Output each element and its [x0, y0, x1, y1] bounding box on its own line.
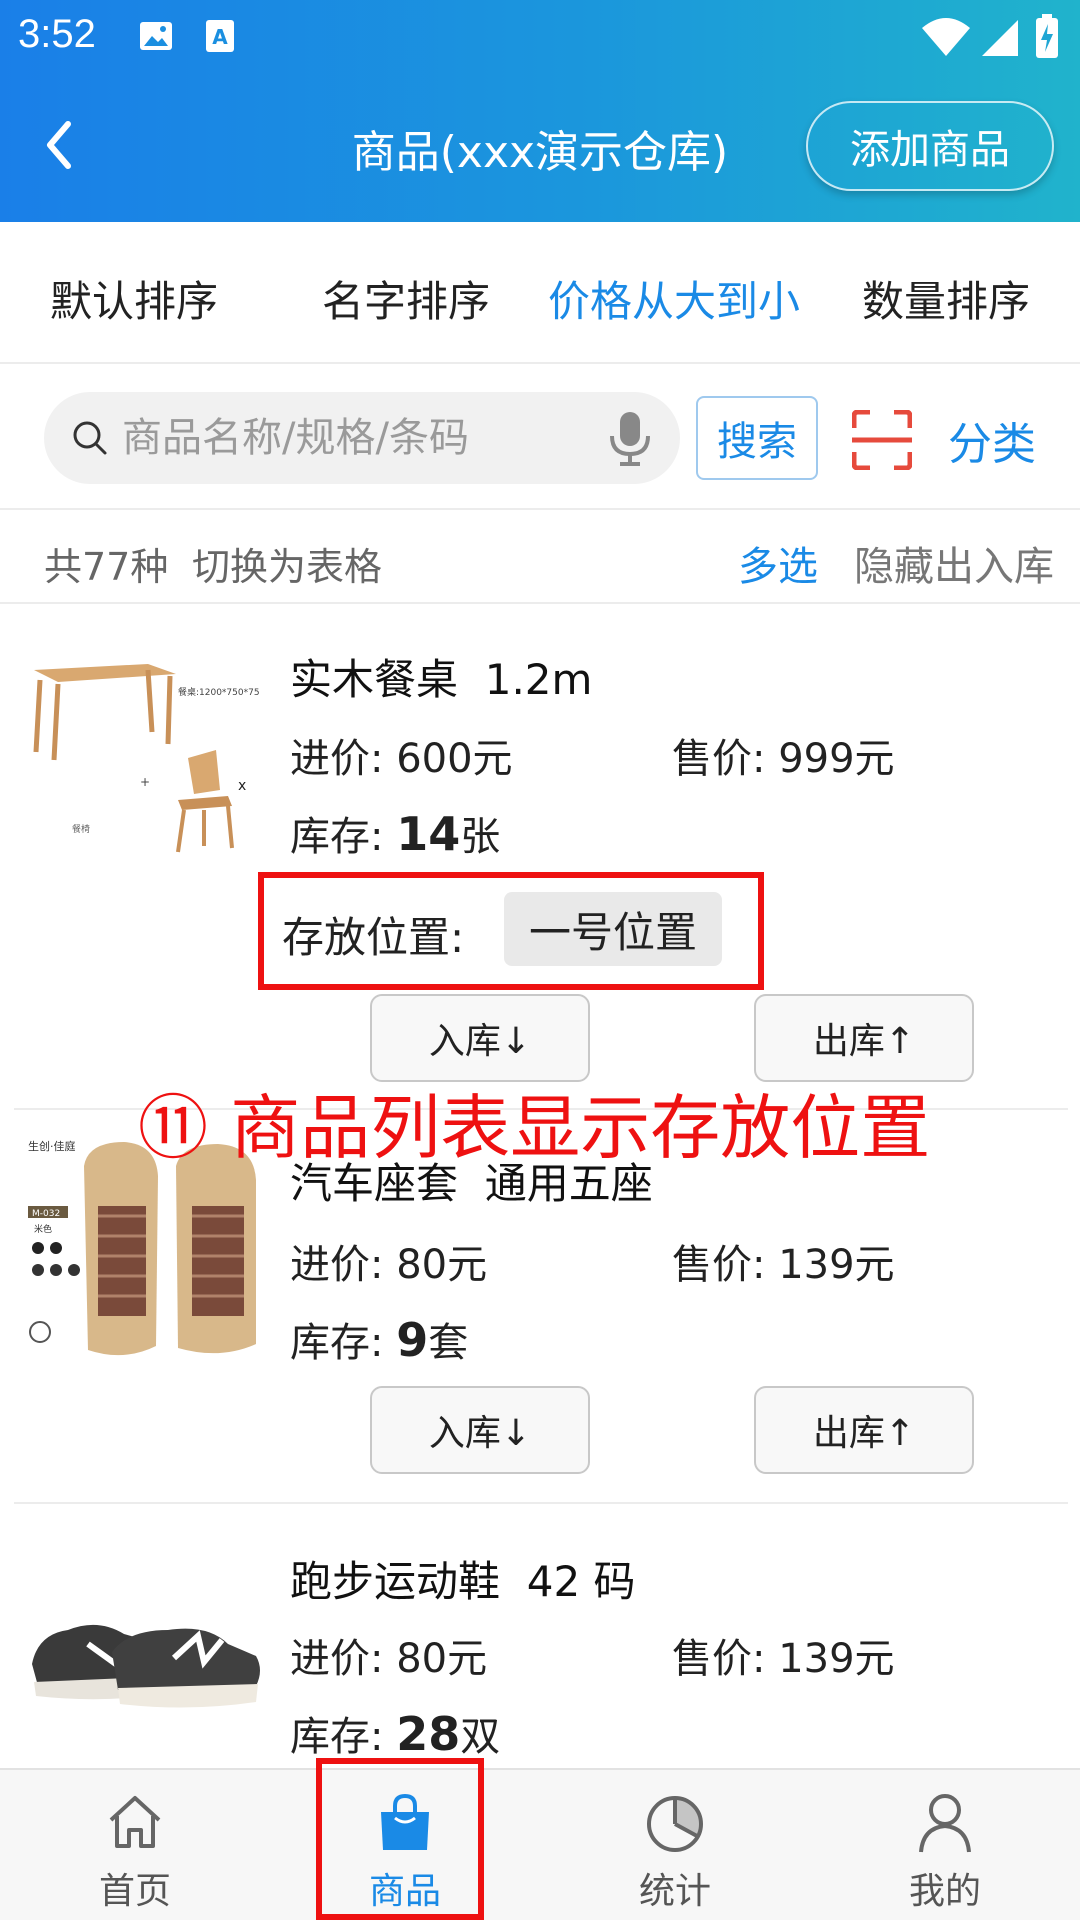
summary-row: 共77种 切换为表格 多选 隐藏出入库	[0, 510, 1080, 604]
back-arrow-icon[interactable]	[30, 110, 90, 180]
product-thumbnail-table: 餐桌:1200*750*750mm + x 餐椅	[28, 640, 260, 872]
bottom-tab-bar: 首页 商品 统计 我的	[0, 1768, 1080, 1920]
multi-select-link[interactable]: 多选	[738, 534, 818, 592]
font-icon: A	[206, 20, 234, 52]
storage-location-label: 存放位置:	[282, 913, 465, 962]
search-icon	[73, 421, 107, 455]
tab-label: 统计	[638, 1871, 711, 1912]
tab-label: 我的	[908, 1871, 981, 1912]
status-bar: 3:52 A	[0, 0, 1080, 76]
home-icon	[109, 1796, 161, 1848]
purchase-price: 进价: 80元	[290, 1242, 488, 1288]
product-thumbnail-running-shoes	[28, 1574, 260, 1734]
thumb-caption-chair: 餐椅	[72, 823, 90, 835]
sort-tab-price-desc[interactable]: 价格从大到小	[548, 268, 800, 329]
svg-text:A: A	[212, 25, 228, 49]
microphone-icon[interactable]	[608, 410, 652, 466]
storage-location-chip[interactable]: 一号位置	[504, 892, 722, 966]
stock-in-button[interactable]: 入库↓	[370, 994, 590, 1082]
tab-statistics[interactable]: 统计	[540, 1770, 810, 1920]
product-spec: 42 码	[526, 1557, 636, 1606]
thumb-caption: 餐桌:1200*750*750mm	[178, 686, 260, 698]
search-row: 搜索 分类	[0, 364, 1080, 510]
thumb-model: M-032	[32, 1209, 60, 1219]
product-name: 跑步运动鞋 42 码	[290, 1557, 636, 1606]
product-item[interactable]: 餐桌:1200*750*750mm + x 餐椅 实木餐桌 1.2m 进价: 6…	[14, 604, 1068, 1110]
tab-label: 首页	[98, 1871, 171, 1912]
tab-profile[interactable]: 我的	[810, 1770, 1080, 1920]
svg-text:x: x	[238, 778, 246, 794]
purchase-price: 进价: 80元	[290, 1636, 488, 1682]
hide-stock-io-link[interactable]: 隐藏出入库	[854, 534, 1054, 592]
svg-text:+: +	[140, 775, 150, 789]
sort-bar: 默认排序 名字排序 价格从大到小 数量排序	[0, 222, 1080, 364]
signal-icon	[982, 20, 1018, 56]
pie-chart-icon	[647, 1796, 703, 1852]
search-button[interactable]: 搜索	[696, 396, 818, 480]
tab-home[interactable]: 首页	[0, 1770, 270, 1920]
switch-to-table-link[interactable]: 切换为表格	[192, 536, 382, 591]
wifi-icon	[922, 18, 970, 56]
storage-location-highlight: 存放位置: 一号位置	[258, 872, 764, 990]
search-input[interactable]	[122, 392, 592, 484]
user-icon	[919, 1794, 971, 1853]
sale-price: 售价: 139元	[672, 1242, 895, 1288]
image-icon	[140, 22, 172, 50]
app-header: 3:52 A 商品(xxx演示仓库) 添加商品	[0, 0, 1080, 222]
stock-quantity: 库存: 28双	[290, 1707, 501, 1761]
add-product-button[interactable]: 添加商品	[806, 101, 1054, 191]
sort-tab-quantity[interactable]: 数量排序	[862, 268, 1030, 329]
annotation-caption: ⑪ 商品列表显示存放位置	[138, 1087, 931, 1169]
stock-out-button[interactable]: 出库↑	[754, 994, 974, 1082]
category-link[interactable]: 分类	[948, 408, 1036, 472]
sale-price: 售价: 999元	[672, 736, 895, 782]
products-tab-highlight	[316, 1758, 484, 1920]
scan-icon[interactable]	[852, 410, 912, 470]
sale-price: 售价: 139元	[672, 1636, 895, 1682]
purchase-price: 进价: 600元	[290, 736, 513, 782]
stock-in-button[interactable]: 入库↓	[370, 1386, 590, 1474]
battery-icon	[1036, 14, 1058, 58]
product-name: 实木餐桌 1.2m	[290, 655, 593, 704]
stock-quantity: 库存: 9套	[290, 1313, 469, 1367]
product-item[interactable]: 跑步运动鞋 42 码 进价: 80元 售价: 139元 库存: 28双	[14, 1504, 1068, 1768]
sort-tab-default[interactable]: 默认排序	[50, 268, 218, 329]
title-bar: 商品(xxx演示仓库) 添加商品	[0, 88, 1080, 204]
product-spec: 1.2m	[484, 655, 593, 704]
status-time: 3:52	[18, 12, 96, 56]
search-box	[44, 392, 680, 484]
thumb-color: 米色	[34, 1223, 52, 1235]
stock-out-button[interactable]: 出库↑	[754, 1386, 974, 1474]
svg-text:生创·佳庭: 生创·佳庭	[28, 1139, 76, 1153]
product-count: 共77种	[44, 545, 169, 589]
stock-quantity: 库存: 14张	[290, 807, 501, 861]
sort-tab-name[interactable]: 名字排序	[322, 268, 490, 329]
